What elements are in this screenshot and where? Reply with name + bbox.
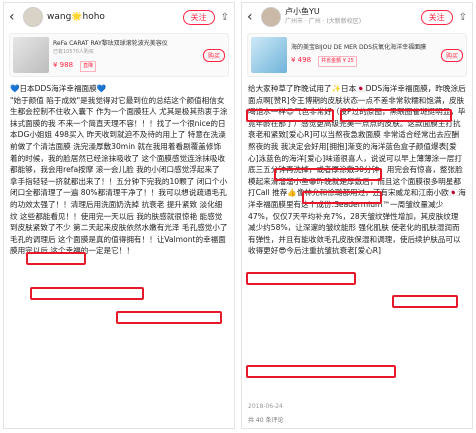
- follow-button[interactable]: 关注: [182, 9, 215, 25]
- post-body: 给大家种草了昨晚试用了✨日本🇯🇵DDS海洋幸福面膜，昨晚涂后面点啊[赞R]令王博…: [242, 79, 472, 378]
- highlight-box: [274, 168, 382, 181]
- product-thumbnail: [13, 37, 49, 73]
- highlight-box: [302, 191, 382, 204]
- highlight-box: [246, 365, 396, 378]
- back-arrow-icon[interactable]: ‹: [9, 9, 19, 25]
- product-buyers: 已有10570人购买: [53, 48, 94, 55]
- comment-count[interactable]: 共 40 条评论: [248, 415, 283, 424]
- avatar[interactable]: [261, 7, 281, 27]
- username[interactable]: wang🌟hoho: [47, 12, 183, 22]
- product-tag: 直降: [80, 60, 97, 72]
- highlight-box: [246, 272, 356, 285]
- user-info: 卢小鱼YU 广州市 · 广州 · (大新新校区): [285, 7, 421, 27]
- highlight-box: [246, 109, 334, 122]
- product-info: 海的美宝BIJOU DE MER DDS抗氧化海洋幸福面膜 ¥ 498 共省金额…: [287, 43, 441, 67]
- username[interactable]: 卢小鱼YU: [285, 7, 421, 17]
- post-title: 💙日本DDS海洋幸福面膜💙: [10, 84, 107, 93]
- post-body: 💙日本DDS海洋幸福面膜💙 "始于颜值 陷于成效"是我觉得对它最到位的总结这个颜…: [4, 79, 234, 324]
- post-panel-right: ‹ 卢小鱼YU 广州市 · 广州 · (大新新校区) 关注 ⇪ 海的美宝BIJO…: [241, 2, 473, 429]
- product-price: ¥ 498: [291, 56, 312, 64]
- share-icon[interactable]: ⇪: [221, 12, 229, 23]
- back-arrow-icon[interactable]: ‹: [247, 9, 257, 25]
- product-name: 海的美宝BIJOU DE MER DDS抗氧化海洋幸福面膜: [291, 44, 427, 51]
- product-price: ¥ 988: [53, 60, 74, 69]
- user-location: 广州市 · 广州 · (大新新校区): [285, 18, 362, 25]
- highlight-box: [26, 252, 86, 265]
- post-header: ‹ wang🌟hoho 关注 ⇪: [4, 3, 234, 31]
- highlight-box: [116, 311, 222, 324]
- product-thumbnail: [251, 37, 287, 73]
- follow-button[interactable]: 关注: [420, 9, 453, 25]
- post-panel-left: ‹ wang🌟hoho 关注 ⇪ ReFa CARAT RAY黎珐双球滚轮波光美…: [3, 2, 235, 429]
- share-icon[interactable]: ⇪: [459, 12, 467, 23]
- avatar[interactable]: [23, 7, 43, 27]
- highlight-box: [30, 287, 144, 300]
- product-name: ReFa CARAT RAY黎珐双球滚轮波光美容仪: [53, 39, 168, 47]
- post-header: ‹ 卢小鱼YU 广州市 · 广州 · (大新新校区) 关注 ⇪: [242, 3, 472, 31]
- product-tag: 共省金额 ¥ 25: [318, 56, 357, 67]
- product-card[interactable]: 海的美宝BIJOU DE MER DDS抗氧化海洋幸福面膜 ¥ 498 共省金额…: [247, 33, 467, 77]
- product-card[interactable]: ReFa CARAT RAY黎珐双球滚轮波光美容仪 已有10570人购买 ¥ 9…: [9, 33, 229, 77]
- buy-button[interactable]: 购买: [440, 48, 463, 62]
- highlight-box: [392, 295, 458, 308]
- post-date: 2018-06-24: [248, 403, 283, 410]
- post-text: "始于颜值 陷于成效"是我觉得对它最到位的总结这个颜值相信女生都会控制不住收入囊…: [10, 95, 228, 256]
- product-info: ReFa CARAT RAY黎珐双球滚轮波光美容仪 已有10570人购买 ¥ 9…: [49, 39, 203, 72]
- highlight-box: [340, 109, 452, 122]
- buy-button[interactable]: 购买: [202, 48, 225, 62]
